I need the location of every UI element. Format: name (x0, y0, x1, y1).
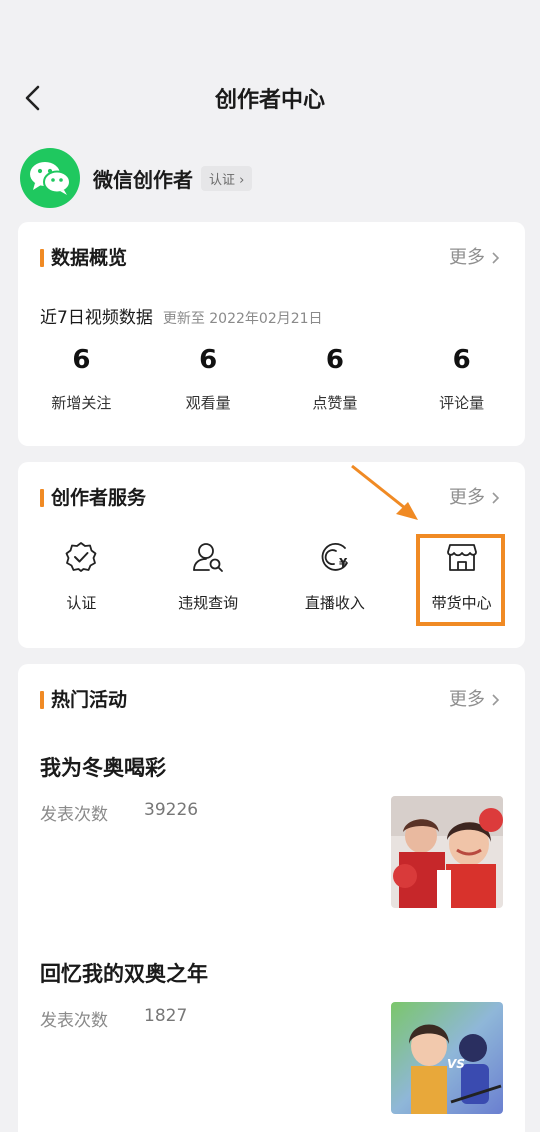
stat-label: 评论量 (439, 394, 485, 412)
chevron-right-icon (492, 492, 500, 504)
page-title: 创作者中心 (214, 88, 325, 113)
stat-value: 6 (199, 345, 218, 375)
shop-icon (446, 544, 477, 571)
service-violation-query[interactable]: 违规查询 (145, 540, 272, 613)
section-accent-bar (40, 489, 44, 507)
avatar[interactable] (20, 148, 80, 208)
stat-label: 观看量 (185, 394, 231, 412)
section-accent-bar (40, 249, 44, 267)
section-title: 创作者服务 (51, 487, 147, 509)
service-label: 违规查询 (178, 594, 239, 612)
account-name: 微信创作者 (93, 167, 193, 192)
more-label: 更多 (449, 487, 485, 508)
section-accent-bar (40, 691, 44, 709)
stat-comments[interactable]: 6 评论量 (398, 340, 525, 413)
event-thumbnail (391, 796, 503, 908)
event-count: 39226 (144, 800, 199, 820)
event-title: 我为冬奥喝彩 (40, 756, 166, 780)
olympics-memory-image: VS (391, 1002, 503, 1114)
stats-row: 6 新增关注 6 观看量 6 点赞量 6 评论量 (18, 340, 525, 413)
nav-bar: 创作者中心 (0, 70, 540, 126)
svg-text:¥: ¥ (339, 556, 348, 570)
service-label: 带货中心 (431, 594, 492, 612)
account-row: 微信创作者 认证 › (20, 148, 253, 208)
stat-value: 6 (325, 345, 344, 375)
card-header: 热门活动 更多 (40, 688, 503, 712)
more-link[interactable]: 更多 (449, 486, 503, 510)
stat-value: 6 (72, 345, 91, 375)
svg-text:VS: VS (447, 1057, 465, 1071)
stat-label: 新增关注 (51, 394, 112, 412)
live-income-icon: ¥ (321, 543, 348, 571)
event-meta-label: 发表次数 (40, 805, 108, 825)
section-title: 数据概览 (51, 247, 128, 269)
cheering-photo-image (391, 796, 503, 908)
services-row: 认证 违规查询 ¥ 直播收入 带货中心 (18, 540, 525, 613)
stat-new-followers[interactable]: 6 新增关注 (18, 340, 145, 413)
data-subtitle-row: 近7日视频数据 更新至 2022年02月21日 (40, 303, 323, 328)
event-meta: 发表次数 1827 (40, 1006, 187, 1031)
wechat-logo-icon (30, 162, 71, 195)
service-label: 直播收入 (304, 594, 365, 612)
event-title: 回忆我的双奥之年 (40, 962, 208, 986)
more-link[interactable]: 更多 (449, 246, 503, 270)
user-search-icon (193, 543, 224, 572)
verify-button[interactable]: 认证 › (201, 165, 253, 191)
creator-services-card: 创作者服务 更多 认证 违规查询 ¥ 直播收入 带货中心 (18, 462, 525, 648)
updated-date: 更新至 2022年02月21日 (162, 311, 323, 327)
stat-value: 6 (452, 345, 471, 375)
stat-likes[interactable]: 6 点赞量 (272, 340, 399, 413)
event-count: 1827 (144, 1006, 188, 1026)
more-label: 更多 (449, 247, 485, 268)
stat-label: 点赞量 (312, 394, 358, 412)
service-label: 认证 (66, 594, 97, 612)
card-header: 创作者服务 更多 (40, 486, 503, 510)
service-verify[interactable]: 认证 (18, 540, 145, 613)
stat-views[interactable]: 6 观看量 (145, 340, 272, 413)
badge-check-icon (65, 542, 97, 572)
event-meta-label: 发表次数 (40, 1011, 108, 1031)
card-header: 数据概览 更多 (40, 246, 503, 270)
service-live-income[interactable]: ¥ 直播收入 (272, 540, 399, 613)
chevron-right-icon (492, 694, 500, 706)
data-subtitle: 近7日视频数据 (40, 308, 153, 328)
more-link[interactable]: 更多 (449, 688, 503, 712)
event-item[interactable]: 我为冬奥喝彩 发表次数 39226 (40, 752, 503, 922)
section-title: 热门活动 (51, 689, 128, 711)
service-shop-center[interactable]: 带货中心 (398, 540, 525, 613)
chevron-right-icon (492, 252, 500, 264)
event-item[interactable]: 回忆我的双奥之年 发表次数 1827 VS (40, 958, 503, 1128)
hot-events-card: 热门活动 更多 我为冬奥喝彩 发表次数 39226 回忆我的双奥之年 发表次数 … (18, 664, 525, 1132)
data-overview-card: 数据概览 更多 近7日视频数据 更新至 2022年02月21日 6 新增关注 6… (18, 222, 525, 446)
event-thumbnail: VS (391, 1002, 503, 1114)
event-meta: 发表次数 39226 (40, 800, 198, 825)
verify-label: 认证 (209, 172, 236, 188)
more-label: 更多 (449, 689, 485, 710)
chevron-right-icon: › (239, 172, 245, 188)
